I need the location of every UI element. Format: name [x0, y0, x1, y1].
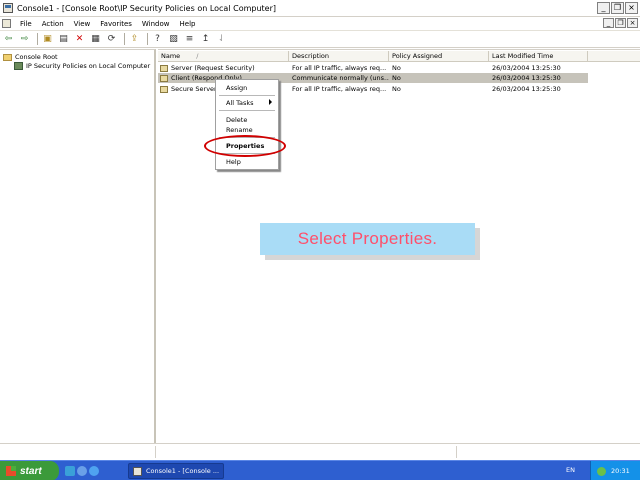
- policy-name: Secure Server: [171, 85, 217, 93]
- language-indicator[interactable]: EN: [566, 466, 575, 474]
- policy-name: Server (Request Security): [171, 64, 255, 72]
- manage-filters-icon[interactable]: ≡: [183, 33, 196, 46]
- cell-policy-assigned: No: [392, 74, 401, 82]
- cell-policy-assigned: No: [392, 85, 401, 93]
- cell-description: For all IP traffic, always req...: [292, 85, 387, 93]
- start-label: start: [20, 465, 42, 477]
- refresh-icon[interactable]: ⟳: [105, 33, 118, 46]
- list-header: Name / Description Policy Assigned Last …: [158, 51, 640, 62]
- unassign-icon[interactable]: ⇃: [215, 33, 228, 46]
- menu-window[interactable]: Window: [137, 20, 175, 28]
- close-button[interactable]: ×: [625, 2, 638, 14]
- policy-icon: [160, 85, 168, 93]
- menu-view[interactable]: View: [69, 20, 96, 28]
- taskbar-item-console[interactable]: Console1 - [Console ...: [128, 463, 224, 479]
- menu-file[interactable]: File: [15, 20, 37, 28]
- column-header-label: Name: [161, 52, 181, 60]
- system-tray: 20:31: [590, 461, 640, 480]
- status-bar: [0, 443, 640, 460]
- table-row[interactable]: Server (Request Security) For all IP tra…: [158, 63, 588, 73]
- window-controls: _ ❐ ×: [597, 2, 638, 14]
- menu-help[interactable]: Help: [175, 20, 201, 28]
- windows-logo-icon: [6, 466, 16, 476]
- up-folder-icon[interactable]: ▣: [41, 33, 54, 46]
- policy-icon: [160, 64, 168, 72]
- add-policy-icon[interactable]: ▧: [167, 33, 180, 46]
- console-tree-pane: Console Root IP Security Policies on Loc…: [0, 49, 156, 443]
- restore-button[interactable]: ❐: [611, 2, 624, 14]
- assign-icon[interactable]: ↥: [199, 33, 212, 46]
- start-button[interactable]: start: [0, 461, 59, 480]
- mmc-app-icon: [133, 466, 142, 476]
- status-pane: [0, 446, 156, 458]
- clock[interactable]: 20:31: [611, 467, 630, 475]
- cell-last-modified: 26/03/2004 13:25:30: [492, 64, 561, 72]
- taskbar-item-label: Console1 - [Console ...: [146, 467, 220, 475]
- ip-security-policy-icon: [14, 62, 23, 70]
- menu-item-all-tasks[interactable]: All Tasks: [226, 99, 254, 107]
- cell-policy-assigned: No: [392, 64, 401, 72]
- menu-item-help[interactable]: Help: [226, 158, 241, 166]
- column-header-last-modified[interactable]: Last Modified Time: [489, 51, 588, 62]
- sort-indicator-icon: /: [196, 52, 199, 60]
- toolbar-separator: [37, 33, 38, 45]
- show-tree-icon[interactable]: ▤: [57, 33, 70, 46]
- menu-item-delete[interactable]: Delete: [226, 116, 247, 124]
- minimize-button[interactable]: _: [597, 2, 610, 14]
- child-restore-button[interactable]: ❐: [615, 18, 626, 28]
- column-header-description[interactable]: Description: [289, 51, 389, 62]
- toolbar-separator: [147, 33, 148, 45]
- menu-favorites[interactable]: Favorites: [95, 20, 137, 28]
- taskbar: start Console1 - [Console ... EN 20:31: [0, 460, 640, 480]
- back-arrow-icon[interactable]: ⇦: [2, 33, 15, 46]
- cell-description: Communicate normally (uns...: [292, 74, 389, 82]
- title-bar: Console1 - [Console Root\IP Security Pol…: [0, 0, 640, 17]
- tree-node-label: Console Root: [15, 53, 58, 61]
- export-icon[interactable]: ⇪: [128, 33, 141, 46]
- folder-icon: [3, 53, 12, 61]
- console-document-icon[interactable]: [2, 19, 11, 28]
- internet-explorer-icon[interactable]: [89, 466, 99, 476]
- menu-separator: [219, 110, 275, 111]
- window-title: Console1 - [Console Root\IP Security Pol…: [17, 3, 276, 13]
- menu-item-assign[interactable]: Assign: [226, 84, 247, 92]
- forward-arrow-icon[interactable]: ⇨: [18, 33, 31, 46]
- column-header-filler: [588, 51, 640, 62]
- child-close-button[interactable]: ×: [627, 18, 638, 28]
- media-player-icon[interactable]: [77, 466, 87, 476]
- network-tray-icon[interactable]: [597, 466, 606, 476]
- show-desktop-icon[interactable]: [65, 466, 75, 476]
- status-pane: [157, 446, 457, 458]
- cell-name: Server (Request Security): [158, 63, 289, 73]
- cell-description: For all IP traffic, always req...: [292, 64, 387, 72]
- column-header-policy-assigned[interactable]: Policy Assigned: [389, 51, 489, 62]
- properties-icon[interactable]: ▦: [89, 33, 102, 46]
- instruction-text: Select Properties.: [297, 229, 438, 248]
- child-minimize-button[interactable]: _: [603, 18, 614, 28]
- child-window-controls: _ ❐ ×: [603, 18, 638, 28]
- menu-bar: File Action View Favorites Window Help _…: [0, 17, 640, 31]
- instruction-callout: Select Properties.: [260, 223, 475, 255]
- cell-last-modified: 26/03/2004 13:25:30: [492, 74, 561, 82]
- policy-icon: [160, 74, 168, 82]
- tree-node-ip-security-policies[interactable]: IP Security Policies on Local Computer: [14, 62, 150, 70]
- tree-node-label: IP Security Policies on Local Computer: [26, 62, 151, 70]
- menu-action[interactable]: Action: [37, 20, 69, 28]
- help-icon[interactable]: ?: [151, 33, 164, 46]
- tree-node-console-root[interactable]: Console Root: [3, 53, 58, 61]
- mmc-app-icon[interactable]: [3, 3, 13, 13]
- menu-separator: [219, 95, 275, 96]
- highlight-oval: [204, 135, 286, 157]
- toolbar: ⇦ ⇨ ▣ ▤ ✕ ▦ ⟳ ⇪ ? ▧ ≡ ↥ ⇃: [0, 31, 640, 48]
- column-header-name[interactable]: Name /: [158, 51, 289, 62]
- cell-last-modified: 26/03/2004 13:25:30: [492, 85, 561, 93]
- menu-item-rename[interactable]: Rename: [226, 126, 253, 134]
- toolbar-separator: [124, 33, 125, 45]
- delete-icon[interactable]: ✕: [73, 33, 86, 46]
- submenu-arrow-icon: [269, 99, 272, 105]
